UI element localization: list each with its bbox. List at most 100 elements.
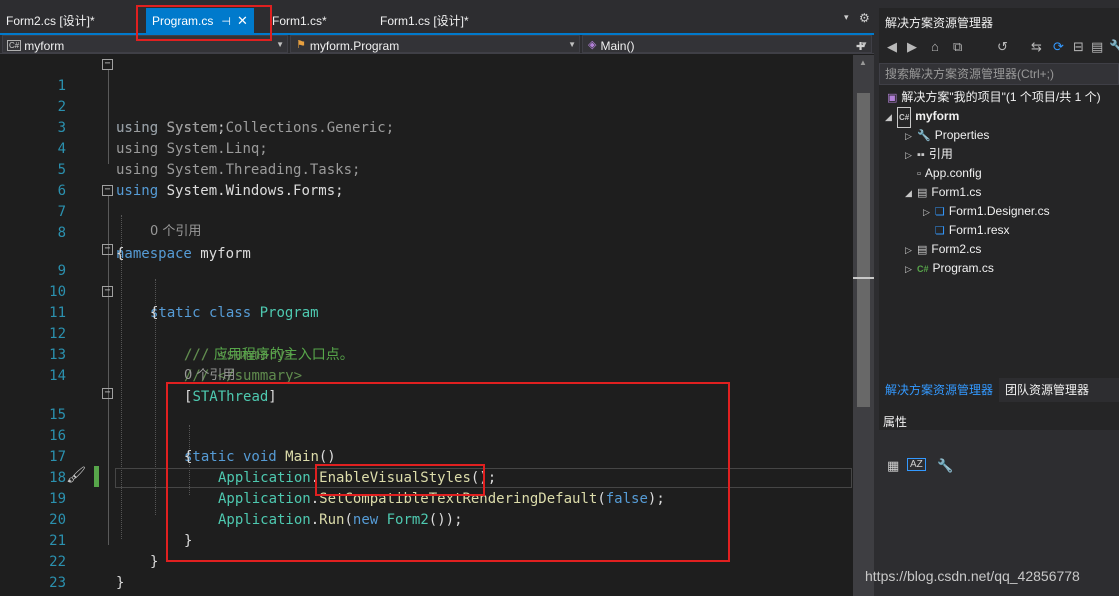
tree-item-form1[interactable]: ◢ ▤ Form1.cs — [905, 183, 981, 202]
tab-label: Form1.cs [设计]* — [380, 14, 469, 28]
tab-form2-designer[interactable]: Form2.cs [设计]* — [6, 8, 95, 34]
code-line: 4 using System.Threading.Tasks; — [0, 118, 852, 178]
collapse-icon[interactable]: ⊟ — [1073, 39, 1084, 55]
scroll-position-marker — [853, 277, 874, 279]
line-number: 23 — [49, 575, 66, 591]
tree-item-app-config[interactable]: ▫ App.config — [917, 164, 982, 183]
collapsed-arrow-icon[interactable]: ▷ — [905, 260, 917, 279]
tree-item-form1-designer[interactable]: ▷ ❏ Form1.Designer.cs — [923, 202, 1050, 221]
fold-minus-icon[interactable]: − — [102, 59, 113, 70]
split-window-icon[interactable]: ✚ — [856, 40, 865, 53]
history-icon[interactable]: ↺ — [997, 39, 1008, 55]
forward-icon[interactable]: ▶ — [907, 39, 917, 55]
tab-form1-cs[interactable]: Form1.cs* — [272, 8, 327, 34]
resx-file-icon: ❏ — [935, 225, 945, 237]
config-file-icon: ▫ — [917, 168, 921, 180]
tree-item-label: Form2.cs — [931, 242, 982, 256]
member-selector[interactable]: ◈ Main() ▼ — [582, 35, 872, 53]
fold-minus-icon[interactable]: − — [102, 388, 113, 399]
solution-icon: ▣ — [887, 92, 898, 104]
collapsed-arrow-icon[interactable]: ▷ — [905, 127, 917, 146]
annotation-box-program-tab — [136, 5, 272, 41]
code-line: 6 — [0, 160, 852, 199]
collapsed-arrow-icon[interactable]: ▷ — [905, 146, 917, 165]
method-icon: ◈ — [588, 39, 597, 52]
collapsed-arrow-icon[interactable]: ▷ — [905, 241, 917, 260]
tree-item-label: Program.cs — [932, 261, 994, 275]
member-selector-label: Main() — [600, 38, 635, 53]
expanded-arrow-icon[interactable]: ◢ — [905, 184, 917, 203]
tree-item-form2[interactable]: ▷ ▤ Form2.cs — [905, 240, 981, 259]
code-line: 11 − /// <summary> — [0, 282, 852, 364]
tree-item-form1-resx[interactable]: ❏ Form1.resx — [935, 221, 1010, 240]
tree-item-label: myform — [915, 109, 960, 123]
scroll-up-arrow-icon[interactable]: ▲ — [859, 58, 867, 67]
code-line: 9 − static class Program — [0, 240, 852, 322]
tree-item-properties[interactable]: ▷ 🔧 Properties — [905, 126, 989, 145]
code-text: } — [116, 575, 125, 591]
tab-solution-explorer[interactable]: 解决方案资源管理器 — [879, 378, 1000, 402]
back-icon[interactable]: ◀ — [887, 39, 897, 55]
tree-item-label: Form1.cs — [931, 185, 982, 199]
class-selector-label: myform.Program — [309, 38, 400, 53]
code-line: 2 using System.Collections.Generic; — [0, 76, 852, 136]
tree-item-solution[interactable]: ▣ 解决方案"我的项目"(1 个项目/共 1 个) — [887, 88, 1101, 107]
tree-item-label: Properties — [934, 128, 990, 142]
switch-views-icon[interactable]: ⧉ — [953, 39, 962, 55]
fold-minus-icon[interactable]: − — [102, 185, 113, 196]
refresh-icon[interactable]: ⟳ — [1053, 39, 1064, 55]
scrollbar-thumb[interactable] — [857, 93, 870, 407]
code-line: 14 [STAThread] — [0, 345, 852, 405]
csharp-project-icon: C# — [897, 107, 912, 128]
tree-item-references[interactable]: ▷ ▪▪ 引用 — [905, 145, 953, 164]
properties-icon[interactable]: 🔧 — [1109, 39, 1119, 55]
tab-team-explorer[interactable]: 团队资源管理器 — [999, 378, 1095, 402]
code-line: 3 using System.Linq; — [0, 97, 852, 157]
chevron-down-icon: ▼ — [276, 40, 284, 49]
tree-item-label: Form1.Designer.cs — [948, 204, 1050, 218]
explorer-tab-strip: 解决方案资源管理器 团队资源管理器 — [879, 378, 1119, 402]
panel-title: 属性 — [883, 415, 908, 429]
code-line: 7 − namespace myform — [0, 181, 852, 263]
solution-explorer-panel: 解决方案资源管理器 ◀ ▶ ⌂ ⧉ ↺ ⇆ ⟳ ⊟ ▤ 🔧 搜索解决方案资源管理… — [879, 8, 1119, 408]
tree-item-project[interactable]: ◢ C# myform — [885, 107, 960, 128]
sync-icon[interactable]: ⇆ — [1031, 39, 1042, 55]
tree-item-label: Form1.resx — [948, 223, 1010, 237]
solution-explorer-toolbar: ◀ ▶ ⌂ ⧉ ↺ ⇆ ⟳ ⊟ ▤ 🔧 — [879, 36, 1119, 60]
alphabetical-icon[interactable]: AZ — [907, 458, 926, 471]
vertical-scrollbar[interactable]: ▲ — [853, 55, 874, 596]
codelens-references[interactable]: 0 个引用 — [184, 364, 235, 383]
chevron-down-icon: ▼ — [568, 40, 576, 49]
collapsed-arrow-icon[interactable]: ▷ — [923, 203, 935, 222]
expanded-arrow-icon[interactable]: ◢ — [885, 108, 897, 127]
class-icon: ⚑ — [296, 39, 306, 52]
tab-list-dropdown-icon[interactable]: ▾ — [844, 12, 849, 23]
form-icon: ▤ — [917, 244, 928, 256]
tree-item-program[interactable]: ▷ C# Program.cs — [905, 259, 994, 278]
codelens-references[interactable]: 0 个引用 — [150, 220, 201, 239]
code-line: 10 { — [0, 261, 852, 321]
home-icon[interactable]: ⌂ — [931, 39, 939, 54]
gear-icon[interactable]: ⚙ — [859, 11, 870, 25]
class-selector[interactable]: ⚑ myform.Program ▼ — [290, 35, 580, 53]
code-line: 12 /// 应用程序的主入口点。 — [0, 303, 852, 363]
code-line: 13 /// </summary> — [0, 324, 852, 384]
cs-file-icon: ❏ — [935, 206, 945, 218]
fold-minus-icon[interactable]: − — [102, 286, 113, 297]
tab-label: Form1.cs* — [272, 14, 327, 28]
show-all-files-icon[interactable]: ▤ — [1091, 39, 1103, 55]
document-tab-bar: Form2.cs [设计]* Program.cs ⊣ ✕ Form1.cs* Fo… — [0, 0, 874, 34]
references-icon: ▪▪ — [917, 149, 925, 161]
csharp-file-icon: C# — [917, 264, 929, 274]
watermark-text: https://blog.csdn.net/qq_42856778 — [865, 568, 1080, 584]
categorized-icon[interactable]: ▦ — [887, 458, 899, 474]
search-input[interactable]: 搜索解决方案资源管理器(Ctrl+;) — [879, 63, 1119, 85]
wrench-icon: 🔧 — [917, 130, 931, 142]
tab-form1-designer[interactable]: Form1.cs [设计]* — [380, 8, 469, 34]
tree-item-label: 解决方案"我的项目"(1 个项目/共 1 个) — [901, 90, 1101, 104]
code-line: 8 { — [0, 202, 852, 262]
navigation-bar: C# myform ▼ ⚑ myform.Program ▼ ◈ Main() ▼ — [0, 35, 874, 54]
panel-title: 解决方案资源管理器 — [885, 16, 994, 30]
wrench-icon[interactable]: 🔧 — [937, 458, 953, 474]
fold-minus-icon[interactable]: − — [102, 244, 113, 255]
